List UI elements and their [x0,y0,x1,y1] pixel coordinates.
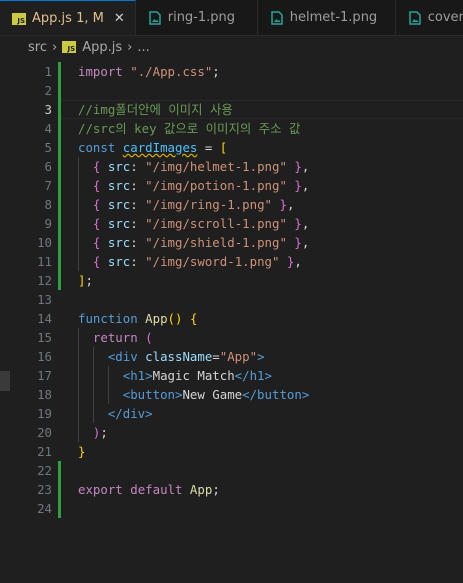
image-file-icon [408,10,421,25]
chevron-right-icon: › [127,39,133,55]
code-line[interactable]: 20 ); [0,423,463,442]
line-number: 15 [37,330,52,345]
tab-label: helmet-1.png [289,10,378,25]
code-line[interactable]: 4 //src의 key 값으로 이미지의 주소 값 [0,119,463,138]
chevron-right-icon: › [51,39,58,55]
tab-label: App.js 1, M [32,11,104,26]
code-line[interactable]: 12]; [0,271,463,290]
code-line[interactable]: 18 <button>New Game</button> [0,385,463,404]
code-text: } [78,444,86,459]
code-text: { src: "/img/scroll-1.png" }, [92,216,310,231]
code-line[interactable]: 7 { src: "/img/potion-1.png" }, [0,176,463,195]
code-editor[interactable]: 1 import "./App.css"; 2 3//img폴더안에 이미지 사용 4/… [0,62,463,583]
code-line[interactable]: 16 <div className="App"> [0,347,463,366]
code-text: //img폴더안에 이미지 사용 [78,102,233,117]
code-line[interactable]: 21} [0,442,463,461]
line-number: 20 [37,425,52,440]
line-number: 2 [44,83,52,98]
git-added-indicator[interactable] [58,461,61,518]
image-file-icon [270,10,283,25]
line-number: 21 [37,444,52,459]
line-number: 17 [37,368,52,383]
code-line[interactable]: 17 <h1>Magic Match</h1> [0,366,463,385]
tab-bar: JS App.js 1, M ✕ ring-1.png helmet-1.png… [0,0,463,36]
line-number: 9 [44,216,52,231]
code-text: { src: "/img/ring-1.png" }, [92,197,295,212]
breadcrumb-folder[interactable]: src [28,40,47,55]
breadcrumb: src › JS App.js › ... [0,36,463,58]
line-number: 19 [37,406,52,421]
indent-guide [78,328,79,442]
line-number: 13 [37,292,52,307]
code-line[interactable]: 24 [0,499,463,518]
code-text: export default App; [78,482,220,497]
line-number: 18 [37,387,52,402]
code-text: ]; [78,273,93,288]
line-number: 7 [44,178,52,193]
code-text: const cardImages = [ [78,140,228,155]
image-file-icon [148,10,161,25]
js-file-icon: JS [62,41,77,53]
tab-helmet-png[interactable]: helmet-1.png [258,0,396,35]
code-text: ); [92,425,108,440]
code-text: import "./App.css"; [78,64,220,79]
tab-label: cover.p [427,10,463,25]
code-line[interactable]: 23 export default App; [0,480,463,499]
line-number: 24 [37,501,52,516]
line-number: 10 [37,235,52,250]
line-number: 6 [44,159,52,174]
line-number: 16 [37,349,52,364]
code-line[interactable]: 19 </div> [0,404,463,423]
code-text: <div className="App"> [107,349,265,364]
tab-label: ring-1.png [167,10,236,25]
code-text: </div> [107,406,153,421]
code-line[interactable]: 10 { src: "/img/shield-1.png" }, [0,233,463,252]
line-number: 3 [44,102,52,117]
code-text: return ( [92,330,153,345]
code-text: { src: "/img/shield-1.png" }, [92,235,310,250]
code-text: { src: "/img/helmet-1.png" }, [92,159,310,174]
code-text: //src의 key 값으로 이미지의 주소 값 [78,121,301,136]
code-line[interactable]: 1 import "./App.css"; [0,62,463,81]
close-icon[interactable]: ✕ [114,11,125,26]
line-number: 23 [37,482,52,497]
code-line[interactable]: 14 function App() { [0,309,463,328]
code-line[interactable]: 3 //img폴더안에 이미지 사용 [0,100,463,119]
line-number: 1 [44,64,52,79]
indent-guide [78,157,79,271]
line-number: 11 [37,254,52,269]
code-line[interactable]: 9 { src: "/img/scroll-1.png" }, [0,214,463,233]
code-text: function App() { [78,311,198,326]
code-text: { src: "/img/potion-1.png" }, [92,178,310,193]
code-line[interactable]: 11 { src: "/img/sword-1.png" }, [0,252,463,271]
tab-cover-png[interactable]: cover.p [396,0,463,35]
git-added-indicator[interactable] [58,62,61,290]
code-line[interactable]: 6 { src: "/img/helmet-1.png" }, [0,157,463,176]
code-text: <button>New Game</button> [122,387,310,402]
breadcrumb-symbols[interactable]: ... [137,40,149,55]
code-line[interactable]: 22 [0,461,463,480]
line-number: 5 [44,140,52,155]
code-line[interactable]: 5 const cardImages = [ [0,138,463,157]
breadcrumb-file[interactable]: App.js [82,40,122,55]
line-number: 14 [37,311,52,326]
line-number: 4 [44,121,52,136]
line-number: 8 [44,197,52,212]
line-number: 22 [37,463,52,478]
tab-ring-png[interactable]: ring-1.png [136,0,258,35]
line-number: 12 [37,273,52,288]
js-file-icon: JS [12,12,26,25]
code-line[interactable]: 15 return ( [0,328,463,347]
code-line[interactable]: 2 [0,81,463,100]
indent-guide [107,366,109,404]
code-line[interactable]: 13 [0,290,463,309]
tab-app-js[interactable]: JS App.js 1, M ✕ [0,0,136,35]
indent-guide [92,347,94,423]
code-text: { src: "/img/sword-1.png" }, [92,254,302,269]
code-line[interactable]: 8 { src: "/img/ring-1.png" }, [0,195,463,214]
